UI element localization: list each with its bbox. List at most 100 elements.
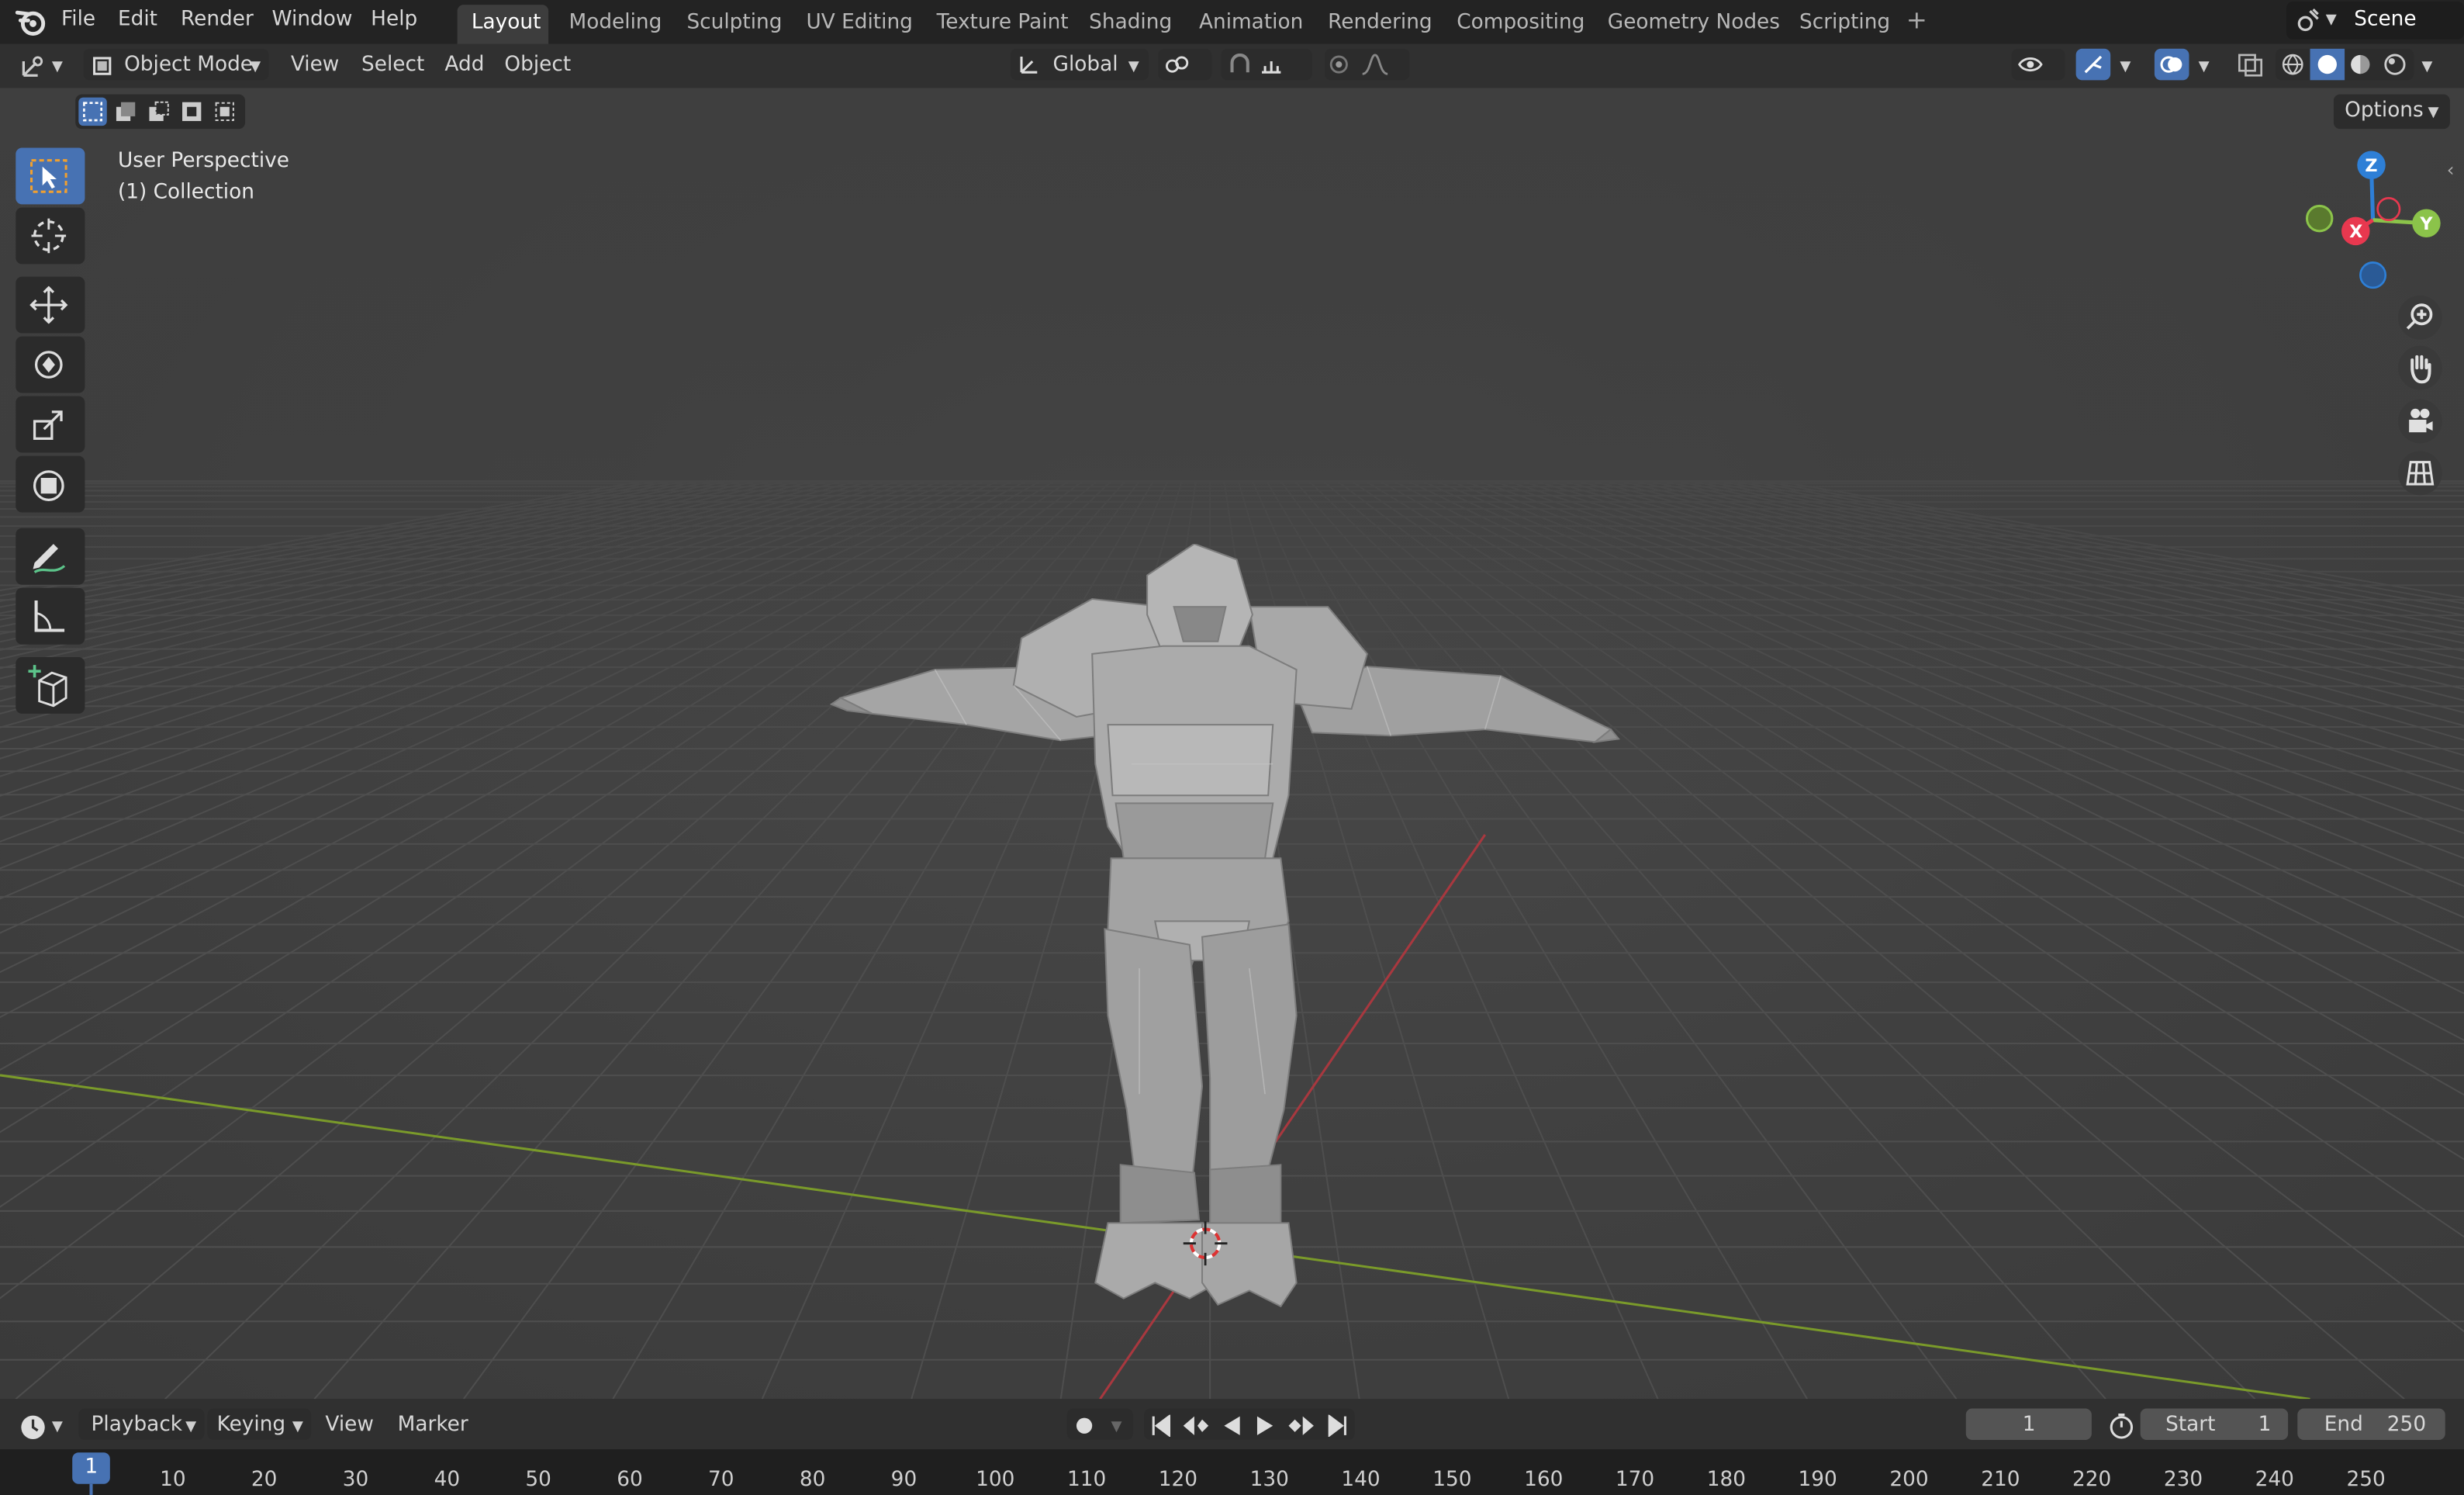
select-new-icon xyxy=(83,102,103,122)
xray-icon[interactable] xyxy=(2236,52,2264,77)
orientation-icon xyxy=(1020,56,1038,74)
tab-layout-label: Layout xyxy=(471,11,541,35)
falloff-icon xyxy=(1362,54,1388,75)
menu-file[interactable]: File xyxy=(61,8,95,33)
material-shading-icon xyxy=(2351,54,2370,74)
ruler-tick-label: 190 xyxy=(1798,1468,1837,1492)
prev-keyframe-icon[interactable] xyxy=(1182,1415,1210,1437)
jump-start-icon[interactable] xyxy=(1150,1414,1172,1437)
viewport-overlay-collection: (1) Collection xyxy=(117,181,254,205)
end-label: End xyxy=(2324,1413,2363,1437)
jump-end-icon[interactable] xyxy=(1326,1414,1348,1437)
ruler-tick-label: 150 xyxy=(1432,1468,1472,1492)
tab-texture-paint[interactable]: Texture Paint xyxy=(937,11,1069,36)
3d-cursor-icon[interactable] xyxy=(1180,1218,1231,1268)
chevron-down-icon[interactable]: ▼ xyxy=(2199,60,2210,75)
ruler-tick-label: 140 xyxy=(1341,1468,1381,1492)
options-label: Options xyxy=(2345,99,2424,123)
scene-name: Scene xyxy=(2354,8,2417,32)
gorilla-model[interactable] xyxy=(825,544,1643,1330)
ruler-tick-label: 50 xyxy=(525,1468,551,1492)
eye-icon xyxy=(2018,57,2043,72)
current-frame-value: 1 xyxy=(2022,1413,2036,1437)
header-menu-add[interactable]: Add xyxy=(444,54,484,78)
chevron-down-icon: ▼ xyxy=(2428,105,2439,122)
transform-icon xyxy=(33,470,64,501)
chevron-down-icon: ▼ xyxy=(51,59,63,76)
object-mode-icon xyxy=(93,57,112,75)
menu-edit[interactable]: Edit xyxy=(118,8,157,33)
record-icon xyxy=(1076,1417,1093,1434)
chevron-down-icon: ▼ xyxy=(2325,12,2337,29)
next-keyframe-icon[interactable] xyxy=(1287,1415,1315,1437)
ruler-tick-label: 200 xyxy=(1889,1468,1929,1492)
measure-icon xyxy=(34,600,65,632)
menu-help[interactable]: Help xyxy=(371,8,417,33)
gizmo-x-label: X xyxy=(2349,221,2363,243)
select-invert-icon[interactable] xyxy=(181,101,202,123)
timeline-menu-marker[interactable]: Marker xyxy=(398,1414,468,1438)
select-intersect-icon[interactable] xyxy=(214,101,236,123)
camera-icon xyxy=(2409,408,2433,433)
ruler-tick-label: 170 xyxy=(1615,1468,1655,1492)
wireframe-shading-icon xyxy=(2282,54,2303,75)
tab-animation[interactable]: Animation xyxy=(1199,11,1303,36)
timeline-menu-view[interactable]: View xyxy=(325,1414,374,1438)
play-reverse-icon[interactable] xyxy=(1221,1415,1242,1437)
chevron-down-icon[interactable]: ▼ xyxy=(2421,60,2432,75)
tab-modeling[interactable]: Modeling xyxy=(568,11,662,36)
editor-type-icon[interactable] xyxy=(19,1414,47,1441)
solid-shading-icon xyxy=(2317,54,2337,74)
proportional-icon xyxy=(1329,55,1348,74)
header-menu-object[interactable]: Object xyxy=(504,54,571,78)
hand-icon xyxy=(2410,355,2431,384)
cursor-icon xyxy=(31,218,67,254)
select-extend-icon[interactable] xyxy=(115,101,137,123)
ruler-tick-label: 70 xyxy=(708,1468,734,1492)
chevron-down-icon: ▼ xyxy=(185,1419,197,1435)
overlays-icon xyxy=(2160,56,2182,73)
header-menu-select[interactable]: Select xyxy=(361,54,424,78)
menu-render[interactable]: Render xyxy=(181,8,254,33)
3d-viewport[interactable] xyxy=(0,88,2464,1400)
tab-rendering[interactable]: Rendering xyxy=(1328,11,1432,36)
grid-icon xyxy=(2406,461,2435,486)
tab-compositing[interactable]: Compositing xyxy=(1457,11,1584,36)
editor-type-icon[interactable] xyxy=(19,52,47,80)
ruler-tick-label: 130 xyxy=(1249,1468,1289,1492)
playback-label: Playback xyxy=(91,1413,183,1437)
ruler-tick-label: 210 xyxy=(1981,1468,2020,1492)
scale-icon xyxy=(33,410,63,440)
add-workspace-button[interactable]: + xyxy=(1906,7,1927,33)
chevron-down-icon: ▼ xyxy=(292,1419,303,1435)
ruler-tick-label: 240 xyxy=(2255,1468,2294,1492)
top-bar: File Edit Render Window Help Layout Mode… xyxy=(0,0,2464,44)
tab-uv-editing[interactable]: UV Editing xyxy=(806,11,912,36)
tab-sculpting[interactable]: Sculpting xyxy=(686,11,782,36)
pivot-icon xyxy=(1166,56,1189,73)
header-menu-view[interactable]: View xyxy=(291,54,340,78)
ruler-tick-label: 230 xyxy=(2163,1468,2203,1492)
chevron-down-icon: ▼ xyxy=(1128,59,1139,76)
ruler-tick-label: 10 xyxy=(160,1468,186,1492)
tab-geometry-nodes[interactable]: Geometry Nodes xyxy=(1608,11,1780,36)
chevron-down-icon: ▼ xyxy=(51,1419,63,1435)
chevron-down-icon[interactable]: ▼ xyxy=(2120,60,2131,75)
ruler-tick-label: 180 xyxy=(1706,1468,1747,1492)
stopwatch-icon[interactable] xyxy=(2107,1412,2135,1440)
zoom-icon xyxy=(2406,303,2433,330)
ruler-tick-label: 30 xyxy=(342,1468,369,1492)
ruler-tick-label: 220 xyxy=(2072,1468,2112,1492)
menu-window[interactable]: Window xyxy=(272,8,353,33)
tab-shading[interactable]: Shading xyxy=(1089,11,1172,36)
orientation-label: Global xyxy=(1052,53,1118,78)
add-cube-icon xyxy=(28,665,67,708)
annotate-icon xyxy=(33,544,66,573)
rotate-icon xyxy=(34,351,63,379)
tab-scripting[interactable]: Scripting xyxy=(1799,11,1890,36)
blender-logo-icon[interactable] xyxy=(14,6,49,38)
ruler-tick-label: 80 xyxy=(799,1468,826,1492)
ruler-tick-label: 250 xyxy=(2346,1468,2386,1492)
play-icon[interactable] xyxy=(1254,1415,1276,1437)
select-subtract-icon[interactable] xyxy=(147,101,169,123)
